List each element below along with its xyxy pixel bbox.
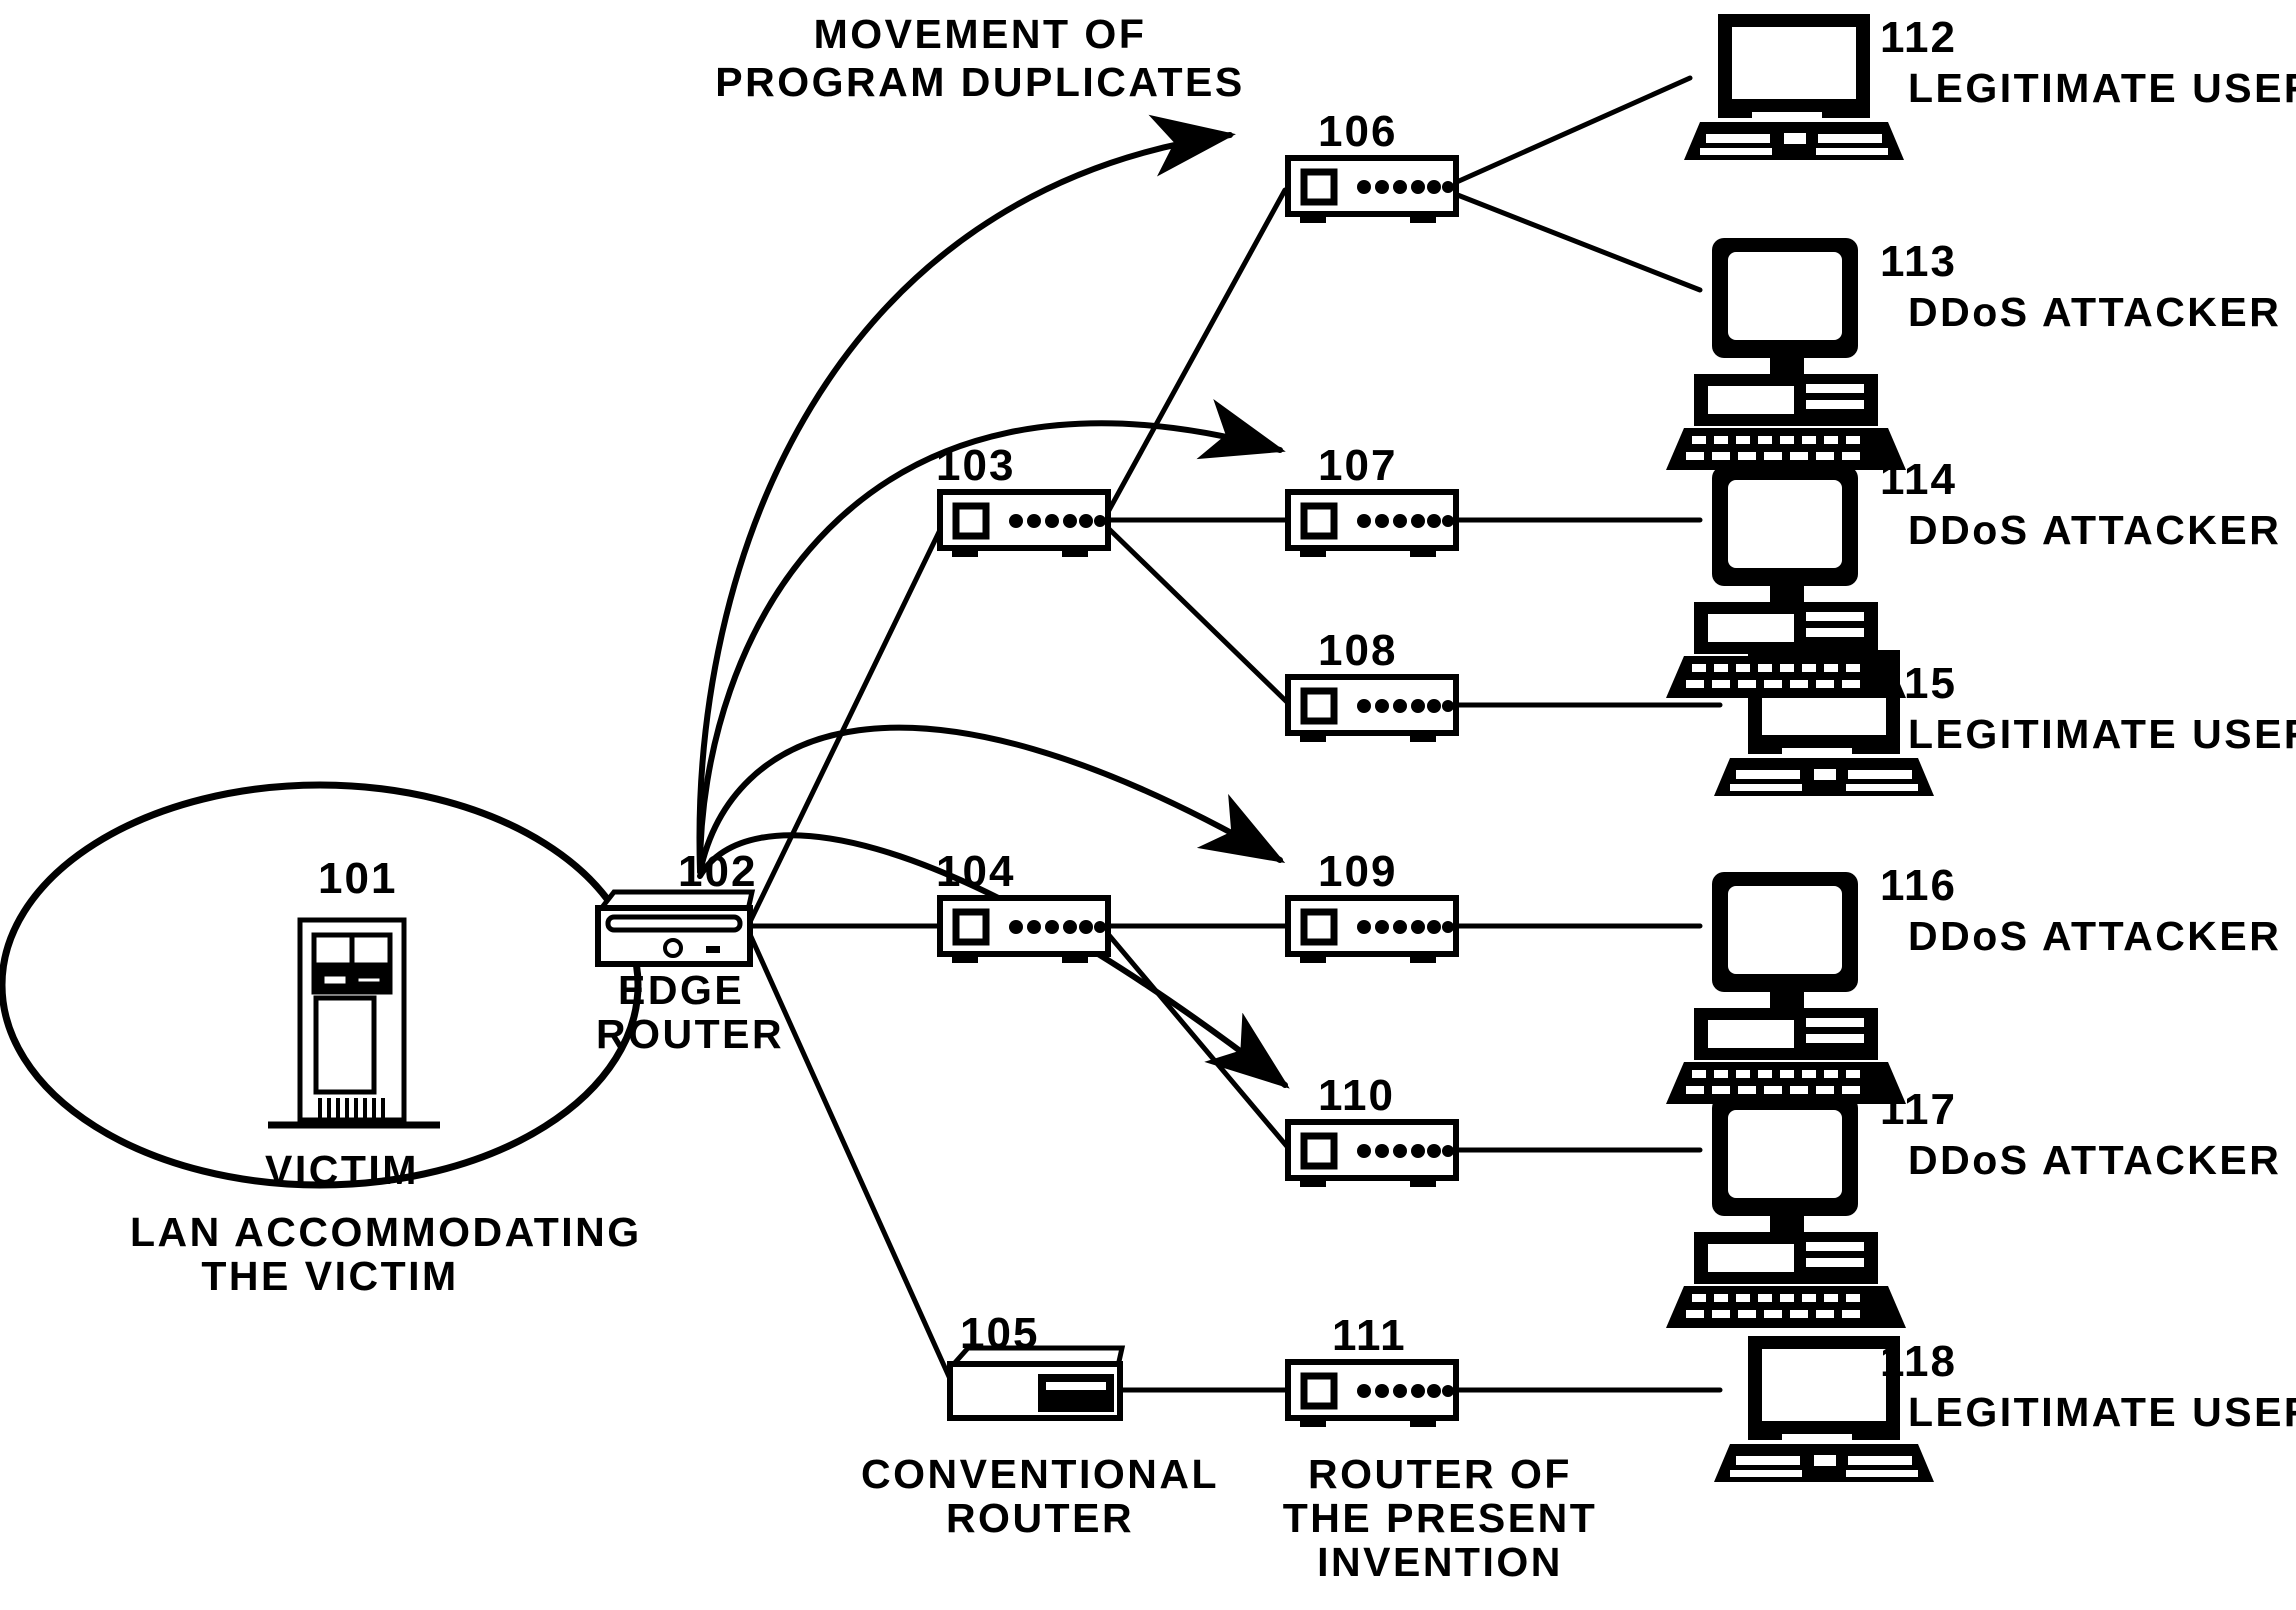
router-icon-106 [1285,155,1459,223]
ref-118: 118 [1880,1337,1957,1386]
desktop-computer-icon-113 [1666,238,1906,470]
router-icon-109 [1285,895,1459,963]
desktop-computer-icon-114 [1666,466,1906,698]
lan-label-line2: THE VICTIM [201,1253,459,1299]
label-114: DDoS ATTACKER [1908,507,2282,553]
ref-116: 116 [1880,861,1957,910]
ref-109: 109 [1318,847,1398,896]
ref-114: 114 [1880,455,1957,504]
caption-conventional-router-line2: ROUTER [945,1495,1135,1541]
router-icon-104 [937,895,1111,963]
laptop-icon-112 [1684,14,1904,160]
desktop-computer-icon-117 [1666,1096,1906,1328]
caption-victim: VICTIM [265,1147,419,1193]
figure-title-line1: MOVEMENT OF [813,11,1147,57]
ref-108: 108 [1318,626,1398,675]
label-116: DDoS ATTACKER [1908,913,2282,959]
caption-invention-router-line3: INVENTION [1317,1539,1563,1585]
label-118: LEGITIMATE USER [1908,1389,2296,1435]
ref-115: 115 [1880,659,1957,708]
caption-edge-router-line2: ROUTER [596,1011,785,1057]
caption-edge-router-line1: EDGE [618,967,745,1013]
caption-invention-router-line1: ROUTER OF [1308,1451,1572,1497]
label-112: LEGITIMATE USER [1908,65,2296,111]
ref-117: 117 [1880,1085,1957,1134]
ref-102: 102 [678,847,758,896]
desktop-computer-icon-116 [1666,872,1906,1104]
ref-106: 106 [1318,107,1398,156]
figure-title-line2: PROGRAM DUPLICATES [715,59,1245,105]
ref-105: 105 [960,1309,1040,1358]
ref-104: 104 [936,847,1016,896]
label-113: DDoS ATTACKER [1908,289,2282,335]
ref-110: 110 [1318,1071,1395,1120]
ref-112: 112 [1880,13,1957,62]
ref-111: 111 [1332,1311,1407,1360]
caption-invention-router-line2: THE PRESENT [1282,1495,1598,1541]
router-icon-108 [1285,674,1459,742]
ref-113: 113 [1880,237,1957,286]
ref-103: 103 [936,441,1016,490]
ref-101: 101 [318,854,398,903]
label-115: LEGITIMATE USER [1908,711,2296,757]
router-icon-110 [1285,1119,1459,1187]
lan-label-line1: LAN ACCOMMODATING [130,1209,642,1255]
caption-conventional-router-line1: CONVENTIONAL [861,1451,1219,1497]
figure-canvas: MOVEMENT OF PROGRAM DUPLICATES 101 VICTI… [0,0,2296,1610]
router-icon-111 [1285,1359,1459,1427]
router-icon-103 [937,489,1111,557]
router-icon-107 [1285,489,1459,557]
ref-107: 107 [1318,441,1398,490]
label-117: DDoS ATTACKER [1908,1137,2282,1183]
